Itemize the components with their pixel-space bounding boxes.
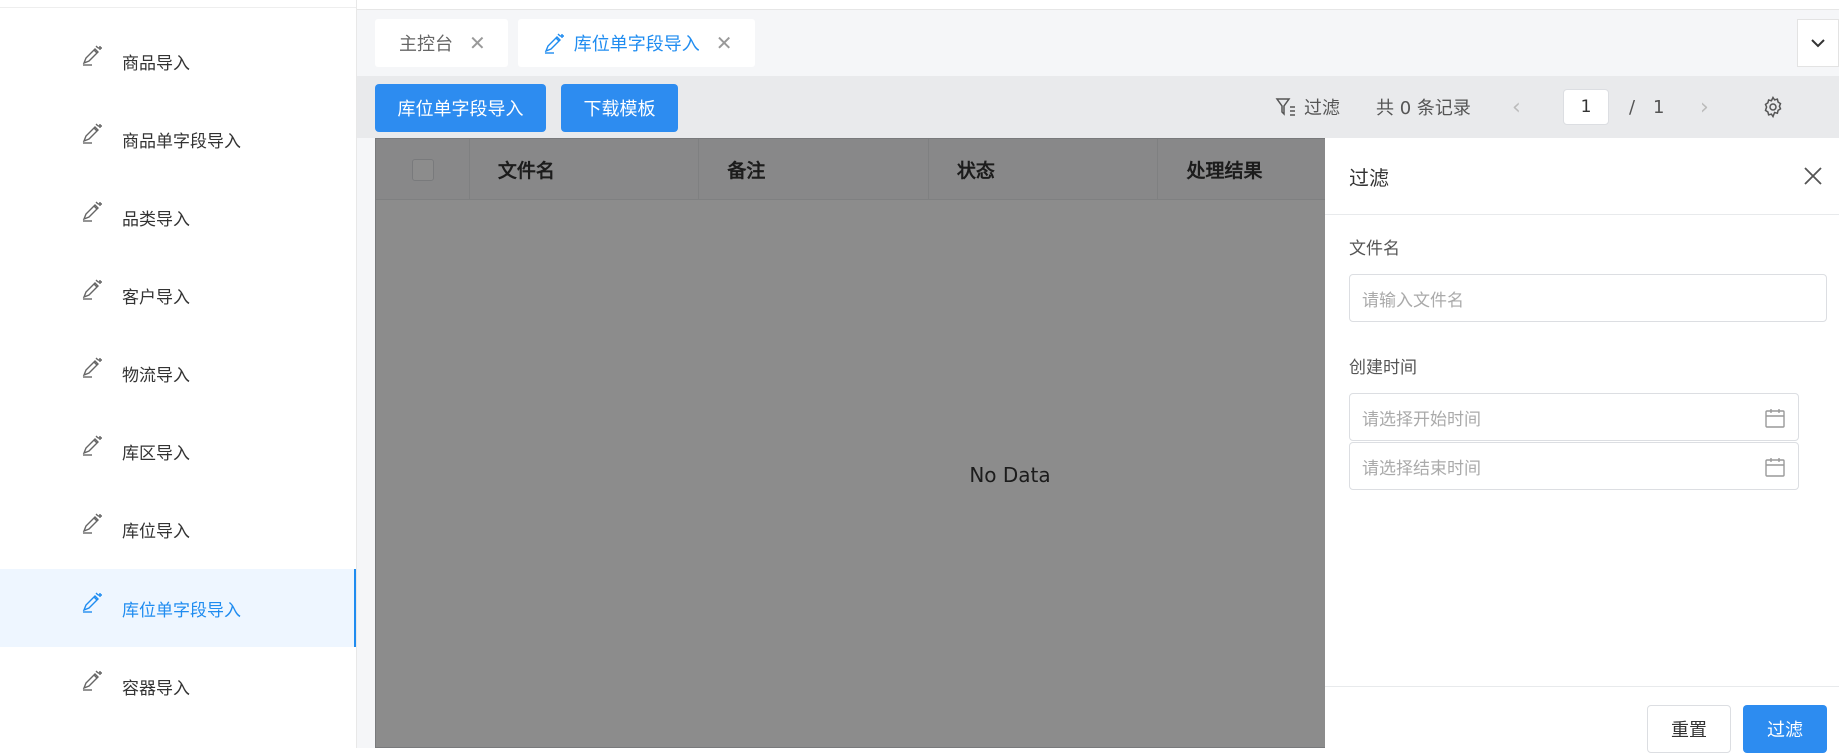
- sidebar-item-zone-import[interactable]: 库区导入: [0, 412, 356, 490]
- tab-dashboard[interactable]: 主控台 ✕: [375, 19, 508, 67]
- sidebar-top-divider: [0, 0, 356, 8]
- sidebar-item-goods-import[interactable]: 商品导入: [0, 22, 356, 100]
- import-edit-icon: [542, 31, 566, 55]
- apply-filter-button[interactable]: 过滤: [1743, 705, 1827, 753]
- sidebar-item-label: 物流导入: [122, 365, 190, 386]
- drawer-header: 过滤: [1325, 138, 1839, 215]
- chevron-down-icon: [1811, 39, 1825, 48]
- drawer-mask[interactable]: [375, 138, 1325, 748]
- filter-icon: [1275, 98, 1295, 116]
- sidebar: 商品导入 商品单字段导入 品类导入 客户导入 物流导入 库区导入 库位导入 库位…: [0, 0, 357, 748]
- sidebar-item-logistics-import[interactable]: 物流导入: [0, 334, 356, 412]
- sidebar-item-label: 客户导入: [122, 287, 190, 308]
- next-page-button[interactable]: ›: [1700, 76, 1709, 138]
- sidebar-item-location-single-field-import[interactable]: 库位单字段导入: [0, 569, 356, 647]
- page-separator: /: [1629, 96, 1636, 118]
- import-edit-icon: [80, 43, 104, 67]
- start-time-picker[interactable]: 请选择开始时间: [1349, 393, 1799, 441]
- tab-bar: 主控台 ✕ 库位单字段导入 ✕: [375, 19, 755, 67]
- sidebar-item-label: 容器导入: [122, 678, 190, 699]
- sidebar-item-goods-single-field-import[interactable]: 商品单字段导入: [0, 100, 356, 178]
- drawer-footer: 重置 过滤: [1325, 686, 1839, 753]
- download-template-button[interactable]: 下载模板: [561, 84, 678, 132]
- sidebar-item-label: 商品导入: [122, 53, 190, 74]
- sidebar-item-label: 品类导入: [122, 209, 190, 230]
- reset-button[interactable]: 重置: [1647, 705, 1731, 753]
- header-strip: [357, 0, 1839, 10]
- sidebar-item-label: 库位单字段导入: [122, 600, 241, 621]
- filter-button[interactable]: 过滤: [1274, 76, 1340, 138]
- tab-location-single-field-import[interactable]: 库位单字段导入 ✕: [517, 19, 755, 67]
- import-edit-icon: [80, 199, 104, 223]
- end-time-placeholder: 请选择结束时间: [1362, 458, 1481, 479]
- close-icon[interactable]: [1799, 162, 1827, 190]
- created-time-label: 创建时间: [1349, 358, 1417, 378]
- close-icon[interactable]: ✕: [469, 31, 486, 55]
- import-edit-icon: [80, 511, 104, 535]
- import-edit-icon: [80, 121, 104, 145]
- import-edit-icon: [80, 433, 104, 457]
- filter-drawer: 过滤 文件名 请输入文件名 创建时间 请选择开始时间 请选择结束时间 重置 过滤: [1325, 138, 1839, 753]
- end-time-picker[interactable]: 请选择结束时间: [1349, 442, 1799, 490]
- settings-button[interactable]: [1761, 76, 1785, 138]
- record-count: 共 0 条记录: [1376, 98, 1471, 119]
- close-icon[interactable]: ✕: [716, 31, 733, 55]
- gear-icon: [1764, 96, 1782, 119]
- import-edit-icon: [80, 355, 104, 379]
- sidebar-item-label: 商品单字段导入: [122, 131, 241, 152]
- sidebar-item-label: 库位导入: [122, 521, 190, 542]
- calendar-icon: [1765, 409, 1785, 428]
- sidebar-item-container-import[interactable]: 容器导入: [0, 647, 356, 725]
- tab-menu-button[interactable]: [1797, 19, 1839, 67]
- sidebar-item-label: 库区导入: [122, 443, 190, 464]
- toolbar: 库位单字段导入 下载模板 过滤 共 0 条记录 ‹ 1 / 1 ›: [357, 76, 1839, 138]
- filter-label: 过滤: [1304, 98, 1340, 119]
- sidebar-item-customer-import[interactable]: 客户导入: [0, 256, 356, 334]
- sidebar-item-location-import[interactable]: 库位导入: [0, 490, 356, 568]
- tab-label: 库位单字段导入: [573, 34, 700, 55]
- sidebar-item-category-import[interactable]: 品类导入: [0, 178, 356, 256]
- calendar-icon: [1765, 458, 1785, 477]
- tab-label: 主控台: [399, 34, 453, 55]
- drawer-title: 过滤: [1349, 165, 1389, 190]
- import-edit-icon: [80, 590, 104, 614]
- import-edit-icon: [80, 668, 104, 692]
- location-single-field-import-button[interactable]: 库位单字段导入: [375, 84, 546, 132]
- start-time-placeholder: 请选择开始时间: [1362, 409, 1481, 430]
- page-number-input[interactable]: 1: [1563, 89, 1609, 125]
- filename-label: 文件名: [1349, 239, 1400, 259]
- total-pages: 1: [1653, 96, 1665, 118]
- prev-page-button[interactable]: ‹: [1512, 76, 1521, 138]
- filename-input[interactable]: 请输入文件名: [1349, 274, 1827, 322]
- import-edit-icon: [80, 277, 104, 301]
